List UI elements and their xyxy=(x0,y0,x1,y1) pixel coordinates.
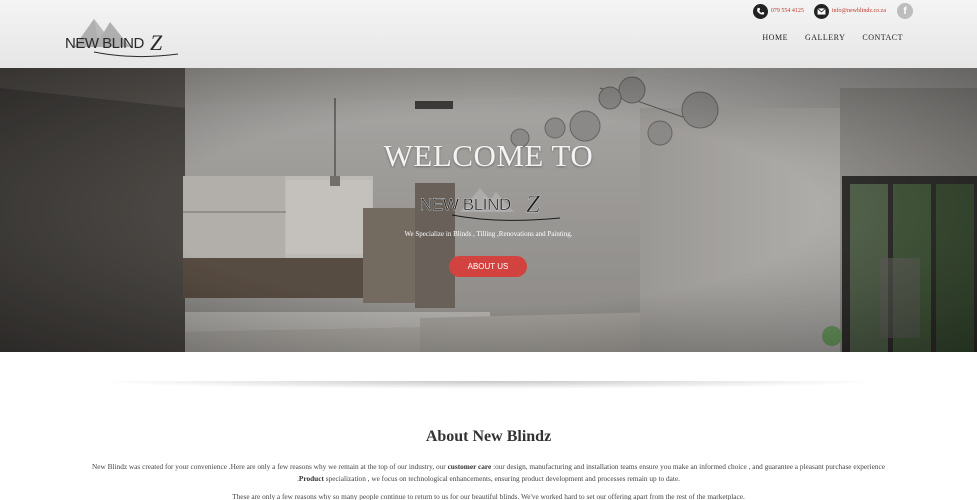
about-text: New Blindz was created for your convenie… xyxy=(92,462,448,471)
envelope-icon xyxy=(813,3,829,19)
svg-text:Z: Z xyxy=(150,30,163,55)
nav-home[interactable]: HOME xyxy=(762,33,788,42)
hero-banner: WELCOME TO NEW BLIND Z We Specialize in … xyxy=(0,68,977,352)
nav-contact[interactable]: CONTACT xyxy=(862,33,903,42)
about-us-button[interactable]: ABOUT US xyxy=(449,256,527,277)
about-title: About New Blindz xyxy=(425,428,552,445)
phone-number: 079 554 4125 xyxy=(770,8,804,14)
svg-text:Z: Z xyxy=(526,191,541,218)
section-divider xyxy=(90,381,887,389)
about-emphasis-customer-care: customer care xyxy=(447,462,492,471)
hero-content: WELCOME TO NEW BLIND Z We Specialize in … xyxy=(0,68,977,352)
about-text: specialization , we focus on technologic… xyxy=(323,474,680,483)
email-address: info@newblindz.co.za xyxy=(831,8,886,14)
svg-text:NEW BLIND: NEW BLIND xyxy=(420,195,511,214)
about-emphasis-product: Product xyxy=(298,474,324,483)
about-paragraph-1: New Blindz was created for your convenie… xyxy=(86,461,891,485)
email-contact[interactable]: info@newblindz.co.za xyxy=(813,3,886,19)
main-nav: HOME GALLERY CONTACT xyxy=(745,33,903,42)
site-header: NEW BLIND Z 079 554 4125 info@newblindz.… xyxy=(0,0,977,68)
facebook-icon[interactable]: f xyxy=(897,3,913,19)
brand-logo[interactable]: NEW BLIND Z xyxy=(64,14,182,60)
hero-brand-logo: NEW BLIND Z xyxy=(418,184,564,229)
svg-text:NEW BLIND: NEW BLIND xyxy=(65,35,145,52)
phone-contact[interactable]: 079 554 4125 xyxy=(752,3,804,19)
hero-title: WELCOME TO xyxy=(383,138,594,173)
contact-topbar: 079 554 4125 info@newblindz.co.za f xyxy=(743,3,913,19)
about-paragraph-2: These are only a few reasons why so many… xyxy=(232,492,745,500)
hero-tagline: We Specialize in Blinds , Tilling ,Renov… xyxy=(404,230,573,238)
nav-gallery[interactable]: GALLERY xyxy=(805,33,845,42)
phone-icon xyxy=(752,3,768,19)
